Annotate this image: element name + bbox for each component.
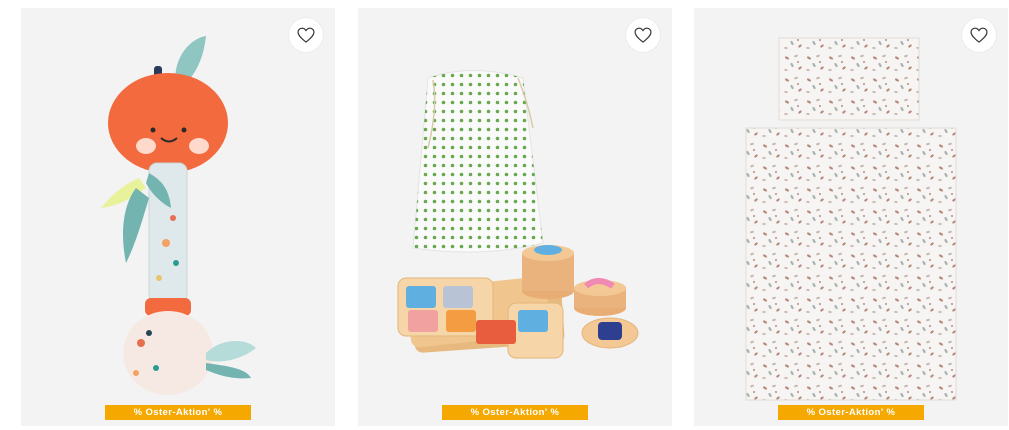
- heart-outline-icon: [297, 27, 315, 43]
- promo-badge: % Oster-Aktion' %: [442, 405, 588, 420]
- product-card[interactable]: % Oster-Aktion' %: [358, 8, 672, 426]
- heart-outline-icon: [634, 27, 652, 43]
- heart-outline-icon: [970, 27, 988, 43]
- product-image[interactable]: [358, 8, 672, 408]
- favorite-button[interactable]: [962, 18, 996, 52]
- favorite-button[interactable]: [626, 18, 660, 52]
- bedding-set-illustration: [745, 37, 957, 401]
- favorite-button[interactable]: [289, 18, 323, 52]
- promo-badge: % Oster-Aktion' %: [778, 405, 924, 420]
- memory-game-illustration: [397, 70, 639, 359]
- product-card[interactable]: % Oster-Aktion' %: [694, 8, 1008, 426]
- product-image[interactable]: [694, 8, 1008, 408]
- product-image[interactable]: [21, 8, 335, 408]
- promo-badge: % Oster-Aktion' %: [105, 405, 251, 420]
- product-card[interactable]: % Oster-Aktion' %: [21, 8, 335, 426]
- rattle-toy-illustration: [101, 36, 256, 395]
